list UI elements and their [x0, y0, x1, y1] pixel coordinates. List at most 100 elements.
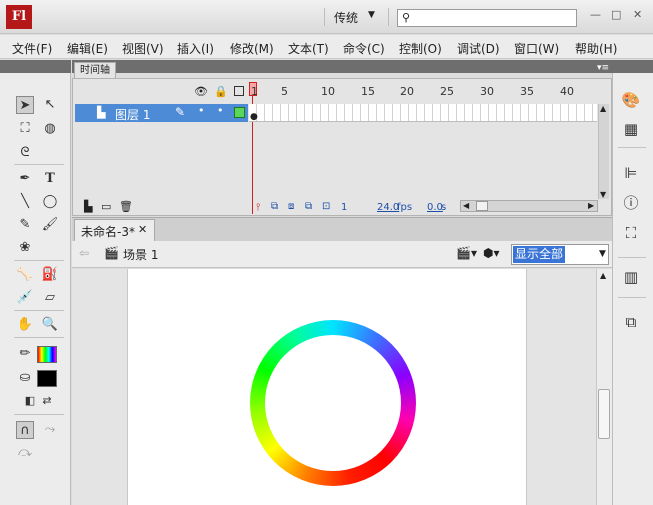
edit-symbols-icon[interactable]: ⬢▾: [483, 246, 500, 260]
text-icon[interactable]: T: [41, 170, 59, 188]
menu-commands[interactable]: 命令(C): [343, 40, 385, 57]
frame-tick: 20: [400, 85, 414, 98]
stroke-color-swatch[interactable]: [37, 346, 57, 363]
search-input[interactable]: ⚲: [397, 9, 577, 27]
scene-name[interactable]: 场景 1: [123, 246, 158, 263]
frame-rate[interactable]: 24.0: [377, 202, 399, 213]
stroke-color-icon[interactable]: ✏: [16, 345, 34, 363]
chevron-down-icon[interactable]: ▼: [599, 249, 606, 259]
edit-scene-icon[interactable]: 🎬▾: [456, 246, 477, 260]
scroll-up-icon[interactable]: ▲: [600, 104, 606, 113]
outline-icon[interactable]: [234, 86, 244, 96]
pen-icon[interactable]: ✒: [16, 170, 34, 188]
frame-tick: 35: [520, 85, 534, 98]
fill-color-swatch[interactable]: [37, 370, 57, 387]
eye-icon[interactable]: 👁: [194, 85, 208, 98]
black-white-icon[interactable]: ◧: [21, 392, 39, 410]
timeline-panel-header[interactable]: [72, 60, 612, 73]
layer-color-icon[interactable]: [234, 107, 245, 118]
components-icon[interactable]: ⧉: [620, 311, 642, 333]
layer-name[interactable]: 图层 1: [115, 106, 150, 123]
close-icon[interactable]: ✕: [138, 223, 147, 236]
delete-layer-icon[interactable]: 🗑: [119, 200, 133, 213]
swatches-icon[interactable]: ▦: [620, 118, 642, 140]
frame-grid[interactable]: [249, 104, 597, 122]
bone-icon[interactable]: 🦴: [16, 266, 34, 284]
minimize-button[interactable]: —: [590, 8, 601, 21]
search-icon: ⚲: [402, 11, 411, 24]
line-icon[interactable]: ╲: [16, 193, 34, 211]
smooth-icon[interactable]: ⤳: [41, 421, 59, 439]
brush-icon[interactable]: 🖌: [41, 216, 59, 234]
onion-outline-icon[interactable]: ⧈: [288, 201, 294, 212]
close-button[interactable]: ✕: [633, 8, 642, 21]
zoom-select[interactable]: 显示全部 ▼: [511, 244, 609, 265]
tab-document[interactable]: 未命名-3* ✕: [74, 219, 155, 241]
menu-window[interactable]: 窗口(W): [514, 40, 559, 57]
lasso-icon[interactable]: ᘓ: [16, 144, 34, 162]
subselection-tool-icon[interactable]: ↖: [41, 96, 59, 114]
onion-skin-icon[interactable]: ⧉: [271, 201, 278, 212]
menu-file[interactable]: 文件(F): [12, 40, 52, 57]
align-icon[interactable]: ⊫: [620, 162, 642, 184]
divider: [618, 257, 646, 258]
visibility-dot-icon[interactable]: •: [198, 104, 205, 117]
snap-magnet-icon[interactable]: ∩: [16, 421, 34, 439]
swap-colors-icon[interactable]: ⇄: [38, 392, 56, 410]
color-icon[interactable]: 🎨: [620, 89, 642, 111]
free-transform-icon[interactable]: ⛶: [16, 120, 34, 138]
menu-modify[interactable]: 修改(M): [230, 40, 274, 57]
scroll-down-icon[interactable]: ▼: [600, 190, 606, 199]
fill-color-icon[interactable]: ⛀: [16, 369, 34, 387]
timeline-vertical-scrollbar[interactable]: [598, 104, 609, 199]
eraser-icon[interactable]: ▱: [41, 289, 59, 307]
menu-debug[interactable]: 调试(D): [457, 40, 500, 57]
back-arrow-icon[interactable]: ⇦: [79, 246, 89, 260]
eyedropper-icon[interactable]: 💉: [16, 289, 34, 307]
scroll-left-icon[interactable]: ◀: [463, 201, 469, 210]
menu-view[interactable]: 视图(V): [122, 40, 164, 57]
info-icon[interactable]: ⓘ: [620, 192, 642, 214]
scroll-up-icon[interactable]: ▲: [600, 271, 606, 280]
ring-center: [265, 335, 401, 471]
menu-help[interactable]: 帮助(H): [575, 40, 617, 57]
document-tab-label: 未命名-3*: [81, 225, 135, 239]
menu-insert[interactable]: 插入(I): [177, 40, 214, 57]
scroll-right-icon[interactable]: ▶: [588, 201, 594, 210]
workspace-switcher[interactable]: 传统: [334, 9, 358, 26]
library-icon[interactable]: ▥: [620, 266, 642, 288]
lock-icon[interactable]: 🔒: [214, 85, 228, 98]
scroll-thumb[interactable]: [476, 201, 488, 211]
selection-tool-icon[interactable]: ➤: [16, 96, 34, 114]
divider: [14, 310, 64, 311]
zoom-icon[interactable]: 🔍: [41, 316, 59, 334]
paint-bucket-icon[interactable]: ⛽: [41, 266, 59, 284]
deco-icon[interactable]: ❀: [16, 239, 34, 257]
straighten-icon[interactable]: ⤼: [16, 444, 34, 462]
stage-vertical-scrollbar[interactable]: [596, 269, 612, 505]
new-layer-icon[interactable]: ▙: [84, 200, 92, 213]
lock-dot-icon[interactable]: •: [217, 104, 224, 117]
chevron-down-icon[interactable]: ▼: [368, 10, 375, 20]
right-panel-header[interactable]: [612, 60, 653, 73]
maximize-button[interactable]: □: [611, 8, 621, 21]
3d-rotation-icon[interactable]: ◍: [41, 120, 59, 138]
edit-multiple-frames-icon[interactable]: ⧉: [305, 201, 312, 212]
frame-tick: 5: [281, 85, 288, 98]
oval-icon[interactable]: ◯: [41, 193, 59, 211]
keyframe-icon[interactable]: ●: [250, 112, 258, 122]
panel-menu-icon[interactable]: ▾≡: [597, 63, 609, 73]
menu-control[interactable]: 控制(O): [399, 40, 442, 57]
scroll-thumb[interactable]: [598, 389, 610, 439]
pencil-icon[interactable]: ✎: [16, 216, 34, 234]
tools-panel-header[interactable]: [0, 60, 71, 73]
onion-markers-icon[interactable]: ⊡: [322, 201, 330, 212]
menu-edit[interactable]: 编辑(E): [67, 40, 108, 57]
transform-icon[interactable]: ⛶: [620, 222, 642, 244]
current-frame[interactable]: 1: [341, 202, 347, 213]
new-folder-icon[interactable]: ▭: [101, 200, 111, 213]
hand-icon[interactable]: ✋: [16, 316, 34, 334]
center-frame-icon[interactable]: ⫯: [256, 202, 260, 213]
tab-timeline[interactable]: 时间轴: [74, 62, 116, 78]
menu-text[interactable]: 文本(T): [288, 40, 329, 57]
